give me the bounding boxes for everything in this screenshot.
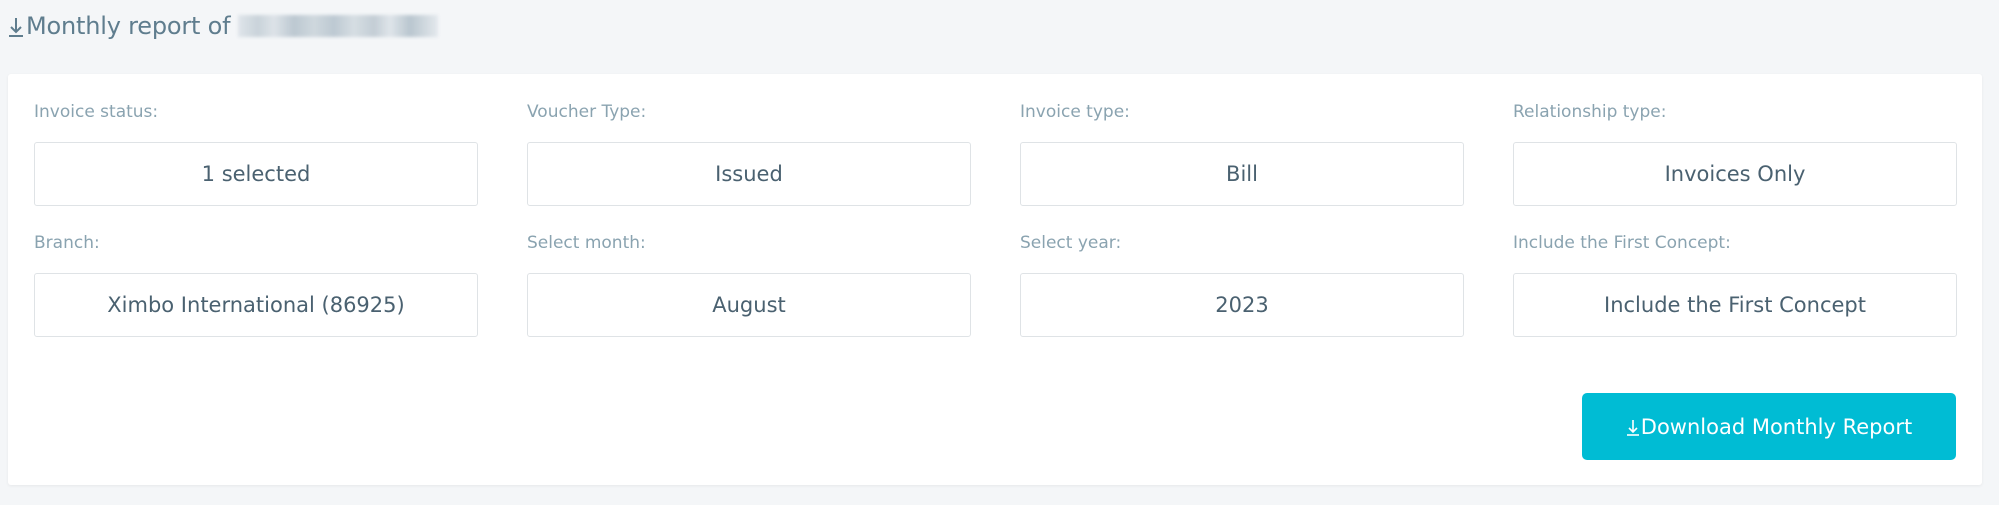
month-label: Select month: [527,233,646,253]
redacted-company-name [238,15,439,37]
year-label: Select year: [1020,233,1122,253]
invoice-status-label: Invoice status: [34,102,159,122]
relationship-type-select[interactable]: Invoices Only [1513,142,1957,206]
branch-label: Branch: [34,233,100,253]
invoice-type-label: Invoice type: [1020,102,1130,122]
first-concept-field: Include the First Concept: Include the F… [1513,207,1957,340]
first-concept-label: Include the First Concept: [1513,233,1731,253]
download-icon [1626,419,1639,436]
download-button-label: Download Monthly Report [1640,414,1913,439]
filters-row-1: Invoice status: 1 selected Voucher Type:… [34,74,1957,207]
year-field: Select year: 2023 [1020,207,1464,340]
download-icon [9,18,23,37]
page-title-text: Monthly report of [26,12,231,40]
first-concept-select[interactable]: Include the First Concept [1513,273,1957,337]
page-title: Monthly report of [7,10,439,42]
branch-select[interactable]: Ximbo International (86925) [34,273,478,337]
voucher-type-field: Voucher Type: Issued [527,74,971,207]
branch-field: Branch: Ximbo International (86925) [34,207,478,340]
voucher-type-label: Voucher Type: [527,102,647,122]
year-select[interactable]: 2023 [1020,273,1464,337]
invoice-type-field: Invoice type: Bill [1020,74,1464,207]
month-field: Select month: August [527,207,971,340]
relationship-type-label: Relationship type: [1513,102,1667,122]
report-filters-card: Invoice status: 1 selected Voucher Type:… [8,74,1982,485]
invoice-status-select[interactable]: 1 selected [34,142,478,206]
download-monthly-report-button[interactable]: Download Monthly Report [1582,393,1956,460]
invoice-type-select[interactable]: Bill [1020,142,1464,206]
voucher-type-select[interactable]: Issued [527,142,971,206]
filters-row-2: Branch: Ximbo International (86925) Sele… [34,207,1957,340]
invoice-status-field: Invoice status: 1 selected [34,74,478,207]
month-select[interactable]: August [527,273,971,337]
relationship-type-field: Relationship type: Invoices Only [1513,74,1957,207]
